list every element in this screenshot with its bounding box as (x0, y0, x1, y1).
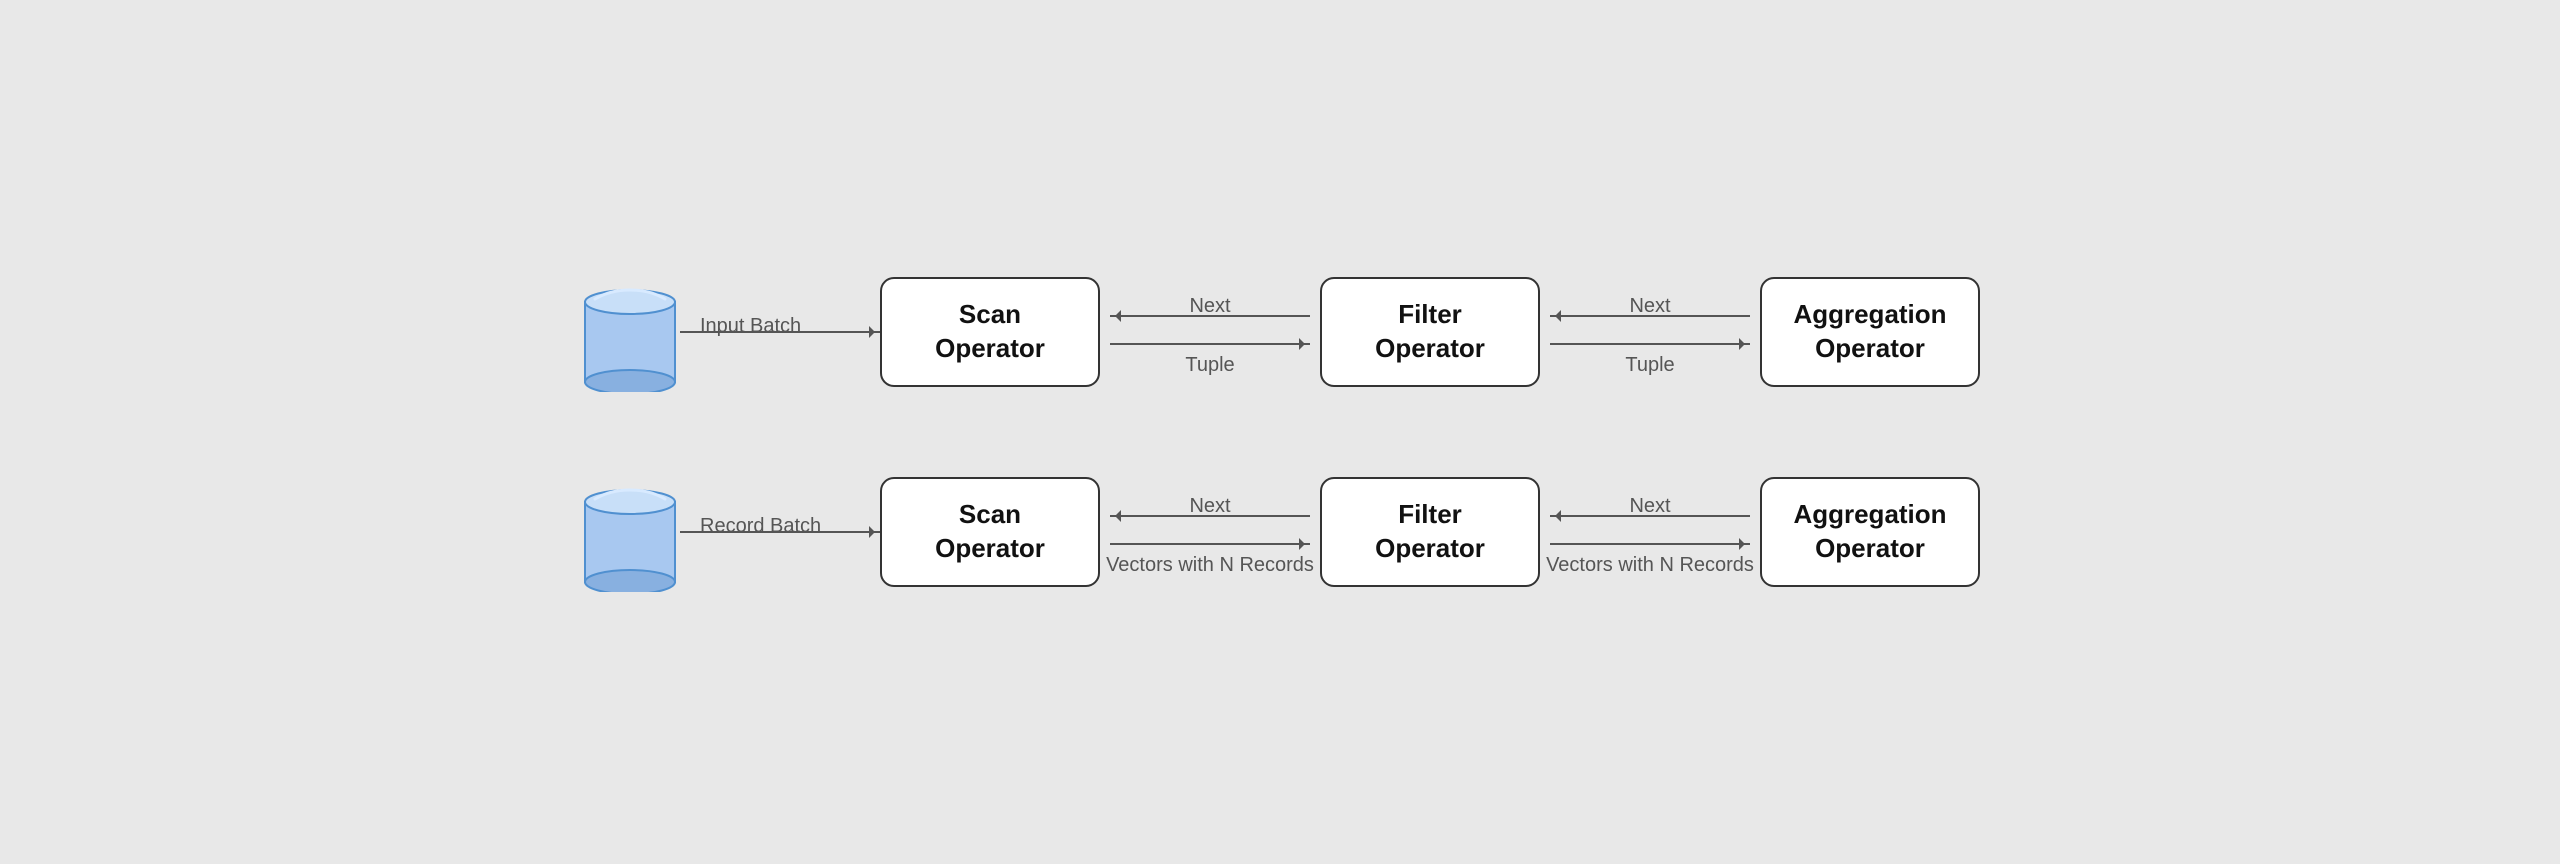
input-batch-connector-top: Input Batch (680, 277, 880, 387)
filter-operator-label-top: FilterOperator (1375, 298, 1485, 366)
tuple-label-top-right: Tuple (1540, 353, 1760, 377)
top-row: Input Batch ScanOperator Next Tuple Filt… (580, 272, 1980, 392)
filter-agg-connector-bottom: Next Vectors with N Records (1540, 477, 1760, 587)
tuple-arrow-top-right (1550, 343, 1750, 345)
input-arrow-bottom (680, 531, 880, 533)
database-cylinder-bottom (580, 472, 680, 592)
filter-agg-connector-top: Next Tuple (1540, 277, 1760, 387)
input-arrow-top (680, 331, 880, 333)
tuple-label-top-left: Tuple (1100, 353, 1320, 377)
filter-operator-label-bottom: FilterOperator (1375, 498, 1485, 566)
scan-filter-connector-top: Next Tuple (1100, 277, 1320, 387)
vectors-label-bottom-right: Vectors with N Records (1540, 553, 1760, 577)
scan-operator-top: ScanOperator (880, 277, 1100, 387)
database-cylinder-top (580, 272, 680, 392)
next-arrow-top-left (1110, 315, 1310, 317)
bottom-row: Record Batch ScanOperator Next Vectors w… (580, 472, 1980, 592)
aggregation-operator-bottom: AggregationOperator (1760, 477, 1980, 587)
scan-filter-connector-bottom: Next Vectors with N Records (1100, 477, 1320, 587)
scan-operator-label-bottom: ScanOperator (935, 498, 1045, 566)
next-arrow-bottom-right (1550, 515, 1750, 517)
scan-operator-label-top: ScanOperator (935, 298, 1045, 366)
filter-operator-top: FilterOperator (1320, 277, 1540, 387)
next-arrow-bottom-left (1110, 515, 1310, 517)
next-arrow-top-right (1550, 315, 1750, 317)
scan-operator-bottom: ScanOperator (880, 477, 1100, 587)
input-batch-label-top: Input Batch (700, 315, 801, 338)
aggregation-operator-label-bottom: AggregationOperator (1793, 498, 1946, 566)
tuple-arrow-top-left (1110, 343, 1310, 345)
input-batch-connector-bottom: Record Batch (680, 477, 880, 587)
filter-operator-bottom: FilterOperator (1320, 477, 1540, 587)
aggregation-operator-top: AggregationOperator (1760, 277, 1980, 387)
vectors-arrow-bottom-left (1110, 543, 1310, 545)
vectors-arrow-bottom-right (1550, 543, 1750, 545)
aggregation-operator-label-top: AggregationOperator (1793, 298, 1946, 366)
input-batch-label-bottom: Record Batch (700, 515, 821, 538)
vectors-label-bottom-left: Vectors with N Records (1100, 553, 1320, 577)
diagram-container: Input Batch ScanOperator Next Tuple Filt… (500, 212, 2060, 652)
